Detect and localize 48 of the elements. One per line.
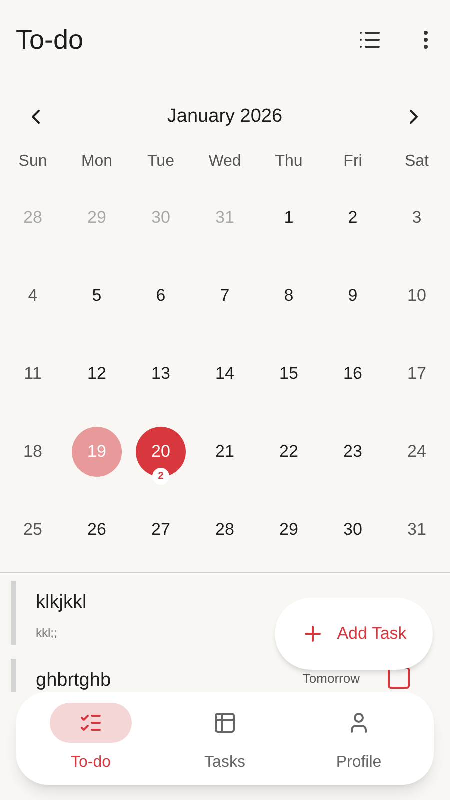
calendar-day[interactable]: 16 bbox=[328, 349, 378, 399]
weekday-label: Mon bbox=[81, 152, 113, 172]
task-accent-bar bbox=[11, 581, 16, 645]
task-count-badge: 2 bbox=[152, 468, 170, 485]
calendar-day[interactable]: 15 bbox=[264, 349, 314, 399]
app-title: To-do bbox=[16, 24, 85, 57]
calendar-day[interactable]: 22 bbox=[264, 427, 314, 477]
task-title[interactable]: klkjkkl bbox=[36, 589, 87, 618]
calendar-day[interactable]: 2 bbox=[328, 193, 378, 243]
calendar-day[interactable]: 17 bbox=[392, 349, 442, 399]
table-icon bbox=[213, 710, 237, 734]
calendar-day[interactable]: 11 bbox=[8, 349, 58, 399]
task-accent-bar bbox=[11, 659, 16, 692]
calendar-day[interactable]: 14 bbox=[200, 349, 250, 399]
weekday-label: Tue bbox=[148, 152, 174, 172]
calendar-day[interactable]: 21 bbox=[200, 427, 250, 477]
weekday-label: Wed bbox=[208, 152, 242, 172]
calendar-day[interactable]: 4 bbox=[8, 271, 58, 321]
calendar-day[interactable]: 9 bbox=[328, 271, 378, 321]
task-note: kkl;; bbox=[36, 624, 58, 642]
nav-tab[interactable]: Profile bbox=[292, 692, 426, 785]
calendar-day[interactable]: 28 bbox=[200, 505, 250, 555]
calendar-day[interactable]: 18 bbox=[8, 427, 58, 477]
calendar-day[interactable]: 31 bbox=[392, 505, 442, 555]
calendar-day[interactable]: 27 bbox=[136, 505, 186, 555]
calendar-day[interactable]: 25 bbox=[8, 505, 58, 555]
calendar-day[interactable]: 10 bbox=[392, 271, 442, 321]
due-label: Tomorrow bbox=[302, 670, 360, 688]
nav-tab[interactable]: Tasks bbox=[158, 692, 292, 785]
calendar-day[interactable]: 30 bbox=[328, 505, 378, 555]
calendar-day[interactable]: 12 bbox=[72, 349, 122, 399]
calendar-day[interactable]: 13 bbox=[136, 349, 186, 399]
weekday-label: Sat bbox=[404, 152, 429, 172]
calendar-day[interactable]: 29 bbox=[264, 505, 314, 555]
weekday-label: Thu bbox=[275, 152, 303, 172]
calendar-day[interactable]: 3 bbox=[392, 193, 442, 243]
calendar-day[interactable]: 24 bbox=[392, 427, 442, 477]
weekday-label: Fri bbox=[344, 152, 362, 172]
calendar-day[interactable]: 6 bbox=[136, 271, 186, 321]
calendar-day[interactable]: 26 bbox=[72, 505, 122, 555]
calendar-day[interactable]: 23 bbox=[328, 427, 378, 477]
calendar-day[interactable]: 5 bbox=[72, 271, 122, 321]
calendar-day[interactable]: 1 bbox=[264, 193, 314, 243]
weekday-label: Sun bbox=[18, 152, 48, 172]
month-title: January 2026 bbox=[167, 104, 283, 129]
calendar-day[interactable]: 8 bbox=[264, 271, 314, 321]
add-task-button[interactable]: Add Task bbox=[275, 598, 433, 670]
calendar-day[interactable]: 7 bbox=[200, 271, 250, 321]
